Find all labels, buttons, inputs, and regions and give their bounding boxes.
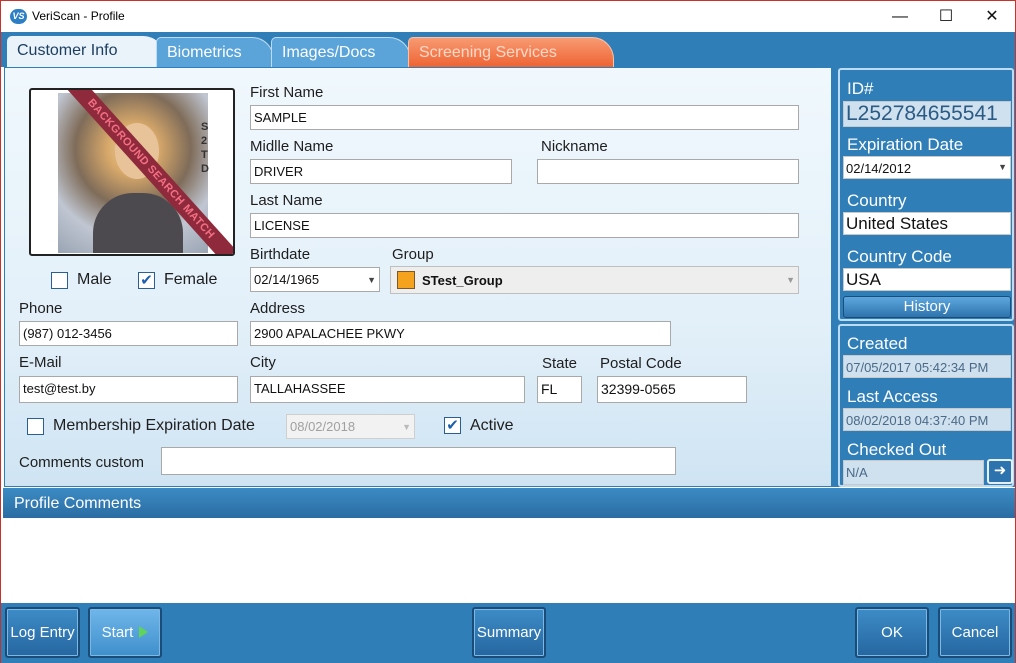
group-value: STest_Group [422, 273, 503, 288]
phone-label: Phone [19, 300, 63, 317]
first-name-field[interactable]: SAMPLE [250, 105, 799, 130]
phone-field[interactable]: (987) 012-3456 [19, 321, 238, 346]
summary-button[interactable]: Summary [472, 607, 546, 658]
window-title: VeriScan - Profile [32, 9, 125, 23]
tab-screening-services[interactable]: Screening Services [408, 37, 614, 68]
city-field[interactable]: TALLAHASSEE [250, 376, 525, 403]
email-label: E-Mail [19, 354, 62, 371]
log-entry-button[interactable]: Log Entry [5, 607, 80, 658]
chevron-down-icon[interactable]: ▼ [786, 275, 795, 285]
checked-out-field: N/A [843, 460, 984, 485]
cancel-button[interactable]: Cancel [938, 607, 1012, 658]
tab-biometrics[interactable]: Biometrics [156, 37, 274, 68]
id-info-panel: ID# L252784655541 Expiration Date 02/14/… [838, 68, 1014, 321]
chevron-down-icon[interactable]: ▼ [998, 162, 1007, 172]
membership-date-picker: 08/02/2018 ▼ [286, 414, 415, 439]
comments-custom-label: Comments custom [19, 454, 145, 471]
title-bar: VS VeriScan - Profile — ☐ ✕ [1, 1, 1015, 32]
group-dropdown[interactable]: STest_Group ▼ [390, 266, 799, 294]
chevron-down-icon: ▼ [402, 422, 411, 432]
expiration-date-label: Expiration Date [847, 135, 964, 154]
tab-customer-info[interactable]: Customer Info [7, 36, 165, 68]
female-checkbox[interactable]: ✔ [138, 272, 155, 289]
address-field[interactable]: 2900 APALACHEE PKWY [250, 321, 671, 346]
membership-checkbox[interactable] [27, 418, 44, 435]
active-label: Active [470, 417, 514, 434]
created-field: 07/05/2017 05:42:34 PM [843, 355, 1011, 378]
expiration-date-value: 02/14/2012 [846, 161, 912, 176]
birthdate-label: Birthdate [250, 246, 311, 263]
profile-comments-header: Profile Comments [3, 488, 1015, 518]
comments-custom-field[interactable] [161, 447, 676, 475]
birthdate-value: 02/14/1965 [254, 272, 320, 287]
profile-window: VS VeriScan - Profile — ☐ ✕ Customer Inf… [0, 0, 1016, 663]
maximize-button[interactable]: ☐ [923, 1, 969, 32]
tab-bar: Customer Info Biometrics Images/Docs Scr… [1, 32, 1015, 68]
active-checkbox[interactable]: ✔ [444, 417, 461, 434]
middle-name-label: Midlle Name [250, 138, 334, 155]
last-access-label: Last Access [847, 387, 938, 406]
expiration-date-picker[interactable]: 02/14/2012 ▼ [843, 156, 1011, 179]
history-button[interactable]: History [843, 296, 1011, 318]
country-label: Country [847, 191, 907, 210]
last-name-field[interactable]: LICENSE [250, 213, 799, 238]
male-label: Male [77, 271, 112, 288]
email-field[interactable]: test@test.by [19, 376, 238, 403]
checked-out-label: Checked Out [847, 440, 947, 459]
access-info-panel: Created 07/05/2017 05:42:34 PM Last Acce… [838, 324, 1014, 487]
group-label: Group [392, 246, 434, 263]
group-color-swatch [397, 271, 415, 289]
id-label: ID# [847, 79, 874, 98]
start-button-label: Start [101, 624, 134, 641]
address-label: Address [250, 300, 306, 317]
state-field[interactable]: FL [537, 376, 582, 403]
postal-code-field[interactable]: 32399-0565 [597, 376, 747, 403]
minimize-button[interactable]: — [877, 1, 923, 32]
state-label: State [542, 355, 578, 372]
customer-photo[interactable]: S 2 T D BACKGROUND SEARCH MATCH [29, 88, 235, 256]
chevron-down-icon[interactable]: ▼ [367, 275, 376, 285]
postal-code-label: Postal Code [600, 355, 682, 372]
female-label: Female [164, 271, 218, 288]
photo-image [58, 93, 208, 253]
membership-date-value: 08/02/2018 [290, 419, 356, 434]
created-label: Created [847, 334, 908, 353]
close-window-button[interactable]: ✕ [969, 1, 1015, 32]
first-name-label: First Name [250, 84, 324, 101]
start-button[interactable]: Start [88, 607, 162, 658]
photo-side-text: S 2 T D [201, 121, 209, 175]
nickname-field[interactable] [537, 159, 799, 184]
country-code-field[interactable]: USA [843, 268, 1011, 291]
profile-comments-area[interactable] [3, 518, 1015, 603]
city-label: City [250, 354, 276, 371]
country-field[interactable]: United States [843, 212, 1011, 235]
middle-name-field[interactable]: DRIVER [250, 159, 512, 184]
tab-images-docs[interactable]: Images/Docs [271, 37, 411, 68]
veriscan-app-icon: VS [10, 9, 27, 24]
nickname-label: Nickname [541, 138, 608, 155]
id-field[interactable]: L252784655541 [843, 101, 1011, 127]
birthdate-picker[interactable]: 02/14/1965 ▼ [250, 267, 380, 292]
male-checkbox[interactable] [51, 272, 68, 289]
last-access-field: 08/02/2018 04:37:40 PM [843, 408, 1011, 431]
membership-expiration-label: Membership Expiration Date [53, 417, 255, 434]
checkout-exit-icon[interactable]: ➜ [987, 459, 1013, 484]
country-code-label: Country Code [847, 247, 952, 266]
last-name-label: Last Name [250, 192, 323, 209]
play-icon [139, 626, 149, 638]
ok-button[interactable]: OK [855, 607, 929, 658]
